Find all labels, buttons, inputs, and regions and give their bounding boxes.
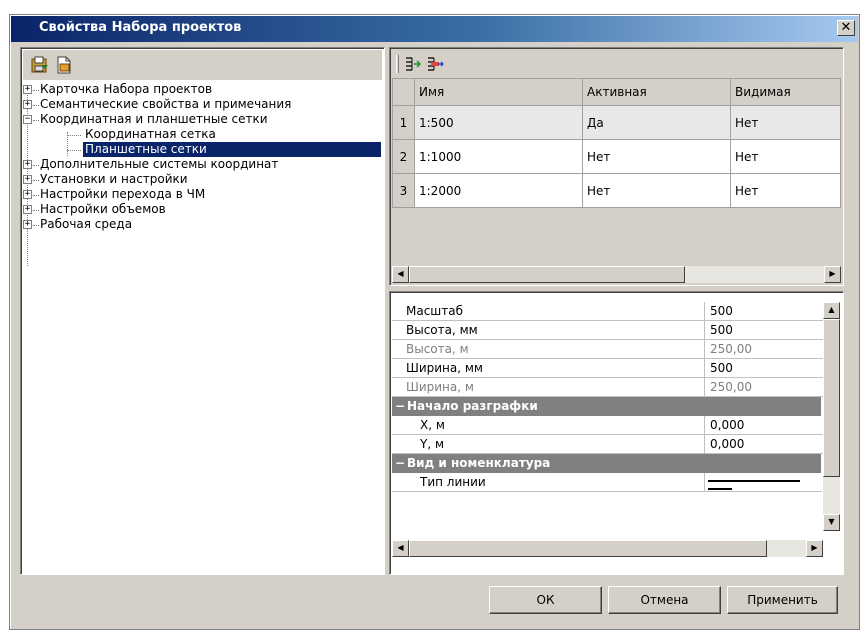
property-name: Ширина, м — [392, 378, 705, 397]
scroll-thumb[interactable] — [409, 266, 685, 283]
property-name: X, м — [392, 416, 705, 435]
cell-name[interactable]: 1:2000 — [414, 173, 583, 208]
property-value[interactable]: 500 — [705, 321, 823, 340]
expand-icon[interactable]: + — [23, 220, 32, 229]
scroll-left-button[interactable]: ◀ — [392, 266, 409, 283]
cell-active[interactable]: Нет — [582, 139, 731, 174]
tree-item-label: Установки и настройки — [40, 172, 188, 186]
cell-visible[interactable]: Нет — [730, 173, 841, 208]
expand-icon[interactable]: + — [23, 175, 32, 184]
category-view-nomenclature[interactable]: − Вид и номенклатура — [392, 454, 821, 473]
toolbar-grip[interactable] — [396, 55, 399, 73]
tree-item-label: Настройки объемов — [40, 202, 166, 216]
row-number[interactable]: 3 — [392, 173, 415, 208]
scroll-down-button[interactable]: ▼ — [823, 514, 840, 531]
property-name: Тип линии — [392, 473, 705, 492]
collapse-icon[interactable]: − — [395, 397, 407, 415]
cell-name[interactable]: 1:1000 — [414, 139, 583, 174]
line-sample-icon — [708, 480, 800, 482]
grid-toolbar — [392, 50, 841, 78]
close-button[interactable]: ✕ — [837, 20, 855, 36]
scroll-up-button[interactable]: ▲ — [823, 302, 840, 319]
expand-icon[interactable]: + — [23, 205, 32, 214]
property-value[interactable]: 500 — [705, 302, 823, 321]
save-properties-icon[interactable] — [31, 56, 49, 74]
property-value[interactable]: 0,000 — [705, 416, 823, 435]
property-name: Ширина, мм — [392, 359, 705, 378]
grid-panel: Имя Активная Видимая 1 1:500 Да Нет 2 1:… — [389, 47, 844, 286]
property-value: 250,00 — [705, 340, 823, 359]
tree-item-label: Координатная сетка — [85, 127, 216, 141]
tree-item-label: Планшетные сетки — [83, 142, 381, 157]
tree-item-label: Карточка Набора проектов — [40, 82, 213, 96]
property-name: Y, м — [392, 435, 705, 454]
cell-active[interactable]: Нет — [582, 173, 731, 208]
property-name: Масштаб — [392, 302, 705, 321]
cell-active[interactable]: Да — [582, 105, 731, 140]
table-row[interactable]: 2 1:1000 Нет Нет — [392, 139, 841, 174]
property-grid: Масштаб 500 Высота, мм 500 Высота, м 250… — [389, 291, 844, 575]
window-title: Свойства Набора проектов — [39, 20, 242, 35]
title-bar[interactable]: Свойства Набора проектов ✕ — [11, 16, 858, 42]
collapse-icon[interactable]: − — [23, 115, 32, 124]
line-type-dropdown[interactable] — [705, 473, 822, 492]
table-row[interactable]: 3 1:2000 Нет Нет — [392, 173, 841, 208]
cell-visible[interactable]: Нет — [730, 105, 841, 140]
property-name: Высота, мм — [392, 321, 705, 340]
property-value[interactable]: 0,000 — [705, 435, 823, 454]
tree-item-label: Дополнительные системы координат — [40, 157, 279, 171]
expand-icon[interactable]: + — [23, 85, 32, 94]
property-value: 250,00 — [705, 378, 823, 397]
tree-item-label: Настройки перехода в ЧМ — [40, 187, 206, 201]
row-number[interactable]: 1 — [392, 105, 415, 140]
category-label: Начало разграфки — [407, 399, 538, 413]
delete-row-icon[interactable] — [426, 55, 444, 73]
ok-button[interactable]: ОК — [489, 586, 602, 614]
tree-item-label: Координатная и планшетные сетки — [40, 112, 268, 126]
scroll-thumb[interactable] — [409, 540, 767, 557]
column-header-name[interactable]: Имя — [414, 78, 583, 106]
column-header-visible[interactable]: Видимая — [730, 78, 841, 106]
tree-toolbar — [23, 50, 382, 80]
scroll-thumb[interactable] — [823, 319, 840, 477]
scroll-right-button[interactable]: ▶ — [824, 266, 841, 283]
category-label: Вид и номенклатура — [407, 456, 551, 470]
table-row[interactable]: 1 1:500 Да Нет — [392, 105, 841, 140]
load-properties-icon[interactable] — [55, 56, 73, 74]
property-value[interactable]: 500 — [705, 359, 823, 378]
property-vertical-scrollbar[interactable]: ▲ ▼ — [823, 302, 840, 531]
expand-icon[interactable]: + — [23, 160, 32, 169]
category-origin[interactable]: − Начало разграфки — [392, 397, 821, 416]
cancel-button[interactable]: Отмена — [608, 586, 721, 614]
column-header-active[interactable]: Активная — [582, 78, 731, 106]
apply-button[interactable]: Применить — [727, 586, 838, 614]
row-number[interactable]: 2 — [392, 139, 415, 174]
collapse-icon[interactable]: − — [395, 454, 407, 472]
scroll-right-button[interactable]: ▶ — [806, 540, 823, 557]
grid-horizontal-scrollbar[interactable]: ◀ ▶ — [392, 266, 841, 283]
cell-visible[interactable]: Нет — [730, 139, 841, 174]
settings-tree[interactable]: + Карточка Набора проектов + Семантическ… — [23, 82, 382, 572]
property-name: Высота, м — [392, 340, 705, 359]
cell-name[interactable]: 1:500 — [414, 105, 583, 140]
tree-item-label: Семантические свойства и примечания — [40, 97, 292, 111]
tree-panel: + Карточка Набора проектов + Семантическ… — [20, 47, 385, 575]
row-number-header — [392, 78, 415, 106]
tree-item-label: Рабочая среда — [40, 217, 133, 231]
scroll-left-button[interactable]: ◀ — [392, 540, 409, 557]
expand-icon[interactable]: + — [23, 190, 32, 199]
add-row-icon[interactable] — [404, 55, 422, 73]
sheet-grids-table: Имя Активная Видимая 1 1:500 Да Нет 2 1:… — [392, 78, 841, 283]
line-sample-icon — [708, 488, 732, 490]
expand-icon[interactable]: + — [23, 100, 32, 109]
property-horizontal-scrollbar[interactable]: ◀ ▶ — [392, 540, 823, 557]
